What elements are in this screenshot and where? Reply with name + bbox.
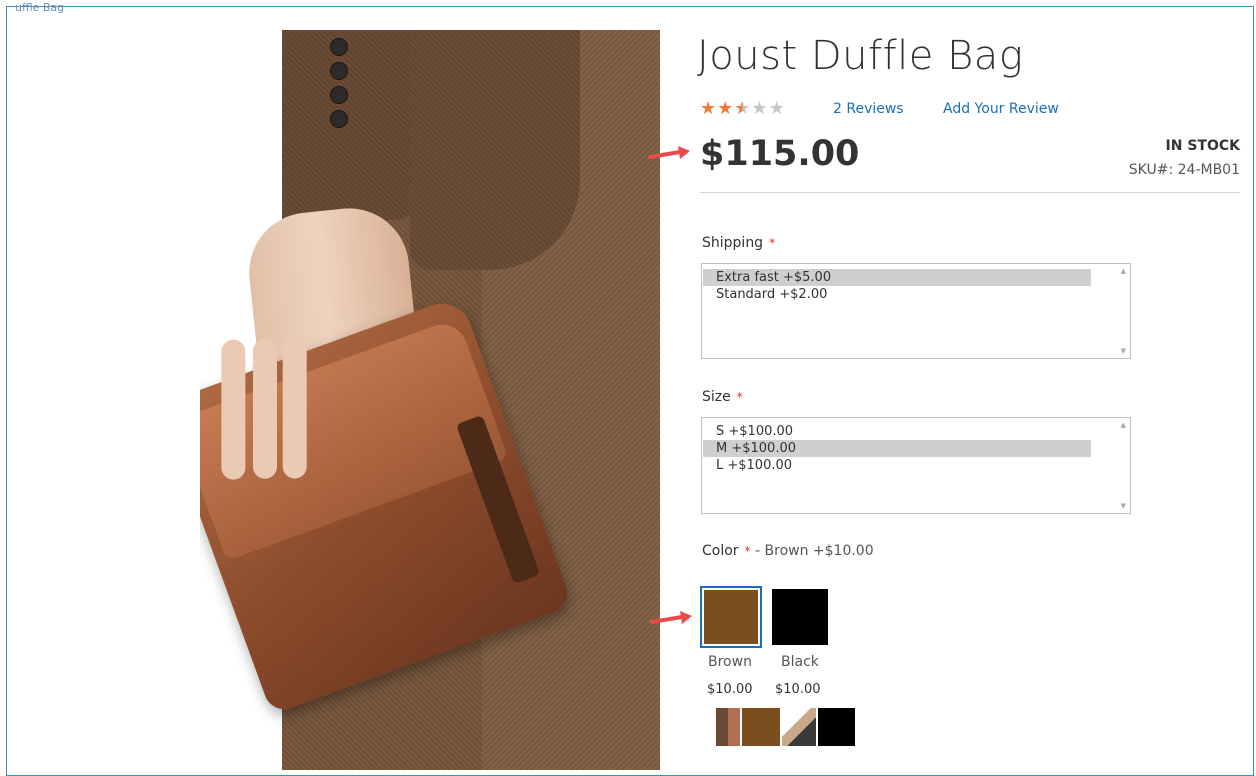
product-price: $115.00	[700, 134, 860, 174]
sleeve-graphic	[282, 30, 417, 220]
product-sku: SKU#: 24-MB01	[1128, 162, 1240, 178]
shipping-option[interactable]: Extra fast +$5.00	[703, 269, 1091, 286]
thumbnail-image[interactable]	[742, 708, 780, 746]
add-review-link[interactable]: Add Your Review	[943, 101, 1059, 117]
swatch-price: $10.00	[707, 682, 753, 697]
thumbnail-image[interactable]	[782, 708, 816, 746]
color-swatch-brown[interactable]	[700, 586, 762, 648]
thumbnail-image[interactable]	[706, 708, 740, 746]
coat-button-graphic	[330, 38, 348, 56]
swatch-name: Black	[781, 654, 819, 670]
breadcrumb[interactable]: uffle Bag	[15, 1, 64, 14]
finger-graphic	[282, 338, 307, 479]
reviews-link[interactable]: 2 Reviews	[833, 101, 904, 117]
color-label-text: Color	[702, 543, 739, 559]
required-marker: *	[769, 236, 776, 250]
star-icon: ★	[700, 98, 718, 119]
thumbnail-image[interactable]	[818, 708, 855, 746]
required-marker: *	[744, 544, 751, 558]
finger-graphic	[221, 339, 246, 480]
shipping-select[interactable]: Extra fast +$5.00 Standard +$2.00 ▲ ▼	[701, 263, 1131, 359]
size-option[interactable]: M +$100.00	[703, 440, 1091, 457]
product-title: Joust Duffle Bag	[697, 33, 1024, 79]
size-label-text: Size	[702, 389, 731, 405]
swatch-price: $10.00	[775, 682, 821, 697]
swatch-name: Brown	[708, 654, 752, 670]
color-selected-value: - Brown +$10.00	[755, 543, 874, 559]
size-option[interactable]: S +$100.00	[703, 423, 1091, 440]
scroll-up-icon[interactable]: ▲	[1121, 267, 1126, 275]
shipping-option[interactable]: Standard +$2.00	[703, 286, 1091, 303]
scroll-up-icon[interactable]: ▲	[1121, 421, 1126, 429]
rating-stars: ★★★★★	[700, 98, 786, 119]
annotation-arrow-icon	[650, 611, 692, 624]
color-swatch-black[interactable]	[772, 589, 828, 645]
coat-button-graphic	[330, 62, 348, 80]
scroll-down-icon[interactable]: ▼	[1121, 502, 1126, 510]
size-select[interactable]: S +$100.00 M +$100.00 L +$100.00 ▲ ▼	[701, 417, 1131, 514]
stock-status: IN STOCK	[1165, 138, 1240, 154]
star-icon: ★	[751, 98, 769, 119]
star-icon: ★	[768, 98, 786, 119]
lapel-graphic	[410, 30, 580, 270]
size-label: Size *	[702, 389, 743, 405]
color-label: Color * - Brown +$10.00	[702, 543, 874, 559]
annotation-arrow-icon	[648, 146, 690, 159]
shipping-label: Shipping *	[702, 235, 775, 251]
shipping-label-text: Shipping	[702, 235, 764, 251]
star-icon: ★	[717, 98, 735, 119]
required-marker: *	[736, 390, 743, 404]
size-option[interactable]: L +$100.00	[703, 457, 1091, 474]
half-star-icon: ★	[734, 98, 752, 119]
scroll-down-icon[interactable]: ▼	[1121, 347, 1126, 355]
product-image[interactable]	[200, 30, 660, 770]
finger-graphic	[252, 338, 277, 479]
divider	[700, 192, 1240, 193]
coat-button-graphic	[330, 110, 348, 128]
coat-button-graphic	[330, 86, 348, 104]
